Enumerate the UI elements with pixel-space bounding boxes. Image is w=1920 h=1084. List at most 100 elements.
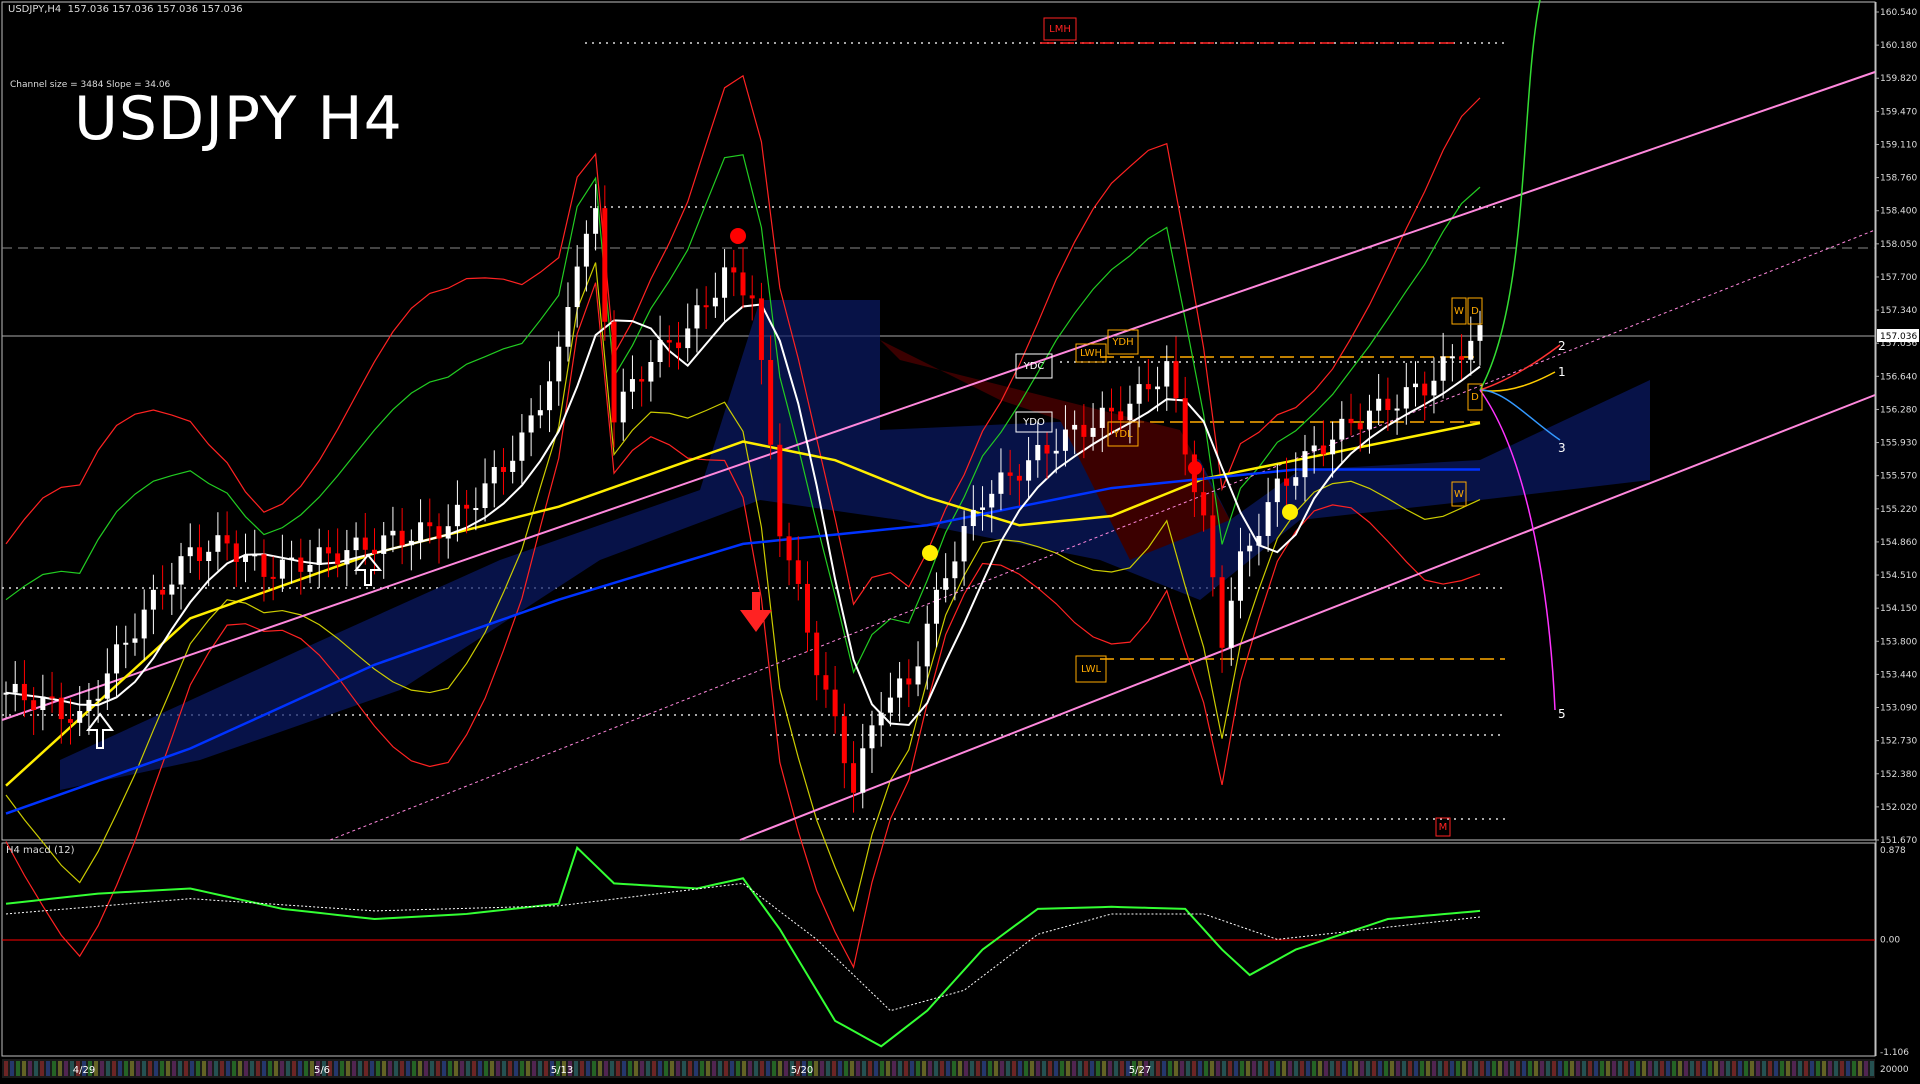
date-stripe: [904, 1061, 908, 1076]
candle-body: [1459, 356, 1465, 360]
candle-body: [381, 535, 387, 554]
date-stripe: [412, 1061, 416, 1076]
date-stripe: [640, 1061, 644, 1076]
date-stripe: [1636, 1061, 1640, 1076]
candle-body: [869, 725, 875, 749]
projection-label: 1: [1558, 365, 1566, 379]
price-tick-label: 151.670: [1880, 836, 1917, 846]
level-label: W: [1454, 306, 1464, 317]
chart-window: LMH YDC LWH YDH YDO YDL LWL M W D W D 2135 160.540 1…: [0, 0, 1920, 1080]
date-stripe: [952, 1061, 956, 1076]
candle-body: [1265, 502, 1271, 536]
candle-body: [464, 504, 470, 509]
date-stripe: [1324, 1061, 1328, 1076]
candle-body: [31, 700, 37, 711]
date-stripe: [1042, 1061, 1046, 1076]
date-stripe: [1354, 1061, 1358, 1076]
candle-body: [95, 698, 101, 701]
date-stripe: [1264, 1061, 1268, 1076]
date-stripe: [976, 1061, 980, 1076]
candle-body: [943, 578, 949, 590]
date-stripe: [1468, 1061, 1472, 1076]
price-chart[interactable]: LMHYDCLWHYDHYDOYDLLWLMW DWD 2135 160.5401…: [0, 0, 1920, 1080]
candle-body: [731, 267, 737, 273]
date-stripe: [1558, 1061, 1562, 1076]
date-stripe: [1858, 1061, 1862, 1076]
candle-body: [970, 509, 976, 527]
macd-axis: 0.878 0.00 -1.106: [1880, 846, 1909, 1058]
candle-body: [261, 554, 267, 577]
price-tick-label: 153.800: [1880, 637, 1917, 647]
date-stripe: [682, 1061, 686, 1076]
price-tick-label: 152.730: [1880, 737, 1917, 747]
date-stripe: [664, 1061, 668, 1076]
candle-body: [547, 381, 553, 411]
date-stripe: [436, 1061, 440, 1076]
level-label: LWH: [1080, 348, 1102, 359]
date-stripe: [226, 1061, 230, 1076]
date-stripe: [196, 1061, 200, 1076]
date-stripe: [1282, 1061, 1286, 1076]
candle-body: [915, 666, 921, 685]
candle-body: [1228, 600, 1234, 648]
candle-body: [114, 644, 120, 674]
date-stripe: [850, 1061, 854, 1076]
candle-body: [399, 530, 405, 546]
candle-body: [132, 638, 138, 643]
date-stripe: [154, 1061, 158, 1076]
candle-body: [565, 307, 571, 347]
date-stripe: [730, 1061, 734, 1076]
date-label: 5/6: [314, 1065, 330, 1076]
candle-body: [1302, 451, 1308, 478]
date-stripe: [1198, 1061, 1202, 1076]
candle-body: [500, 467, 506, 472]
date-stripe: [172, 1061, 176, 1076]
date-stripe: [1276, 1061, 1280, 1076]
candle-body: [887, 697, 893, 713]
date-stripe: [394, 1061, 398, 1076]
date-stripe: [1672, 1061, 1676, 1076]
macd-line: [5, 845, 1481, 1048]
price-tick-label: 158.050: [1880, 240, 1917, 250]
level-label: LWL: [1081, 664, 1102, 675]
candle-body: [206, 551, 212, 562]
date-stripe: [1378, 1061, 1382, 1076]
date-stripe: [844, 1061, 848, 1076]
date-stripe: [1582, 1061, 1586, 1076]
date-stripe: [10, 1061, 14, 1076]
date-stripe: [286, 1061, 290, 1076]
candle-body: [694, 305, 700, 329]
candle-body: [279, 559, 285, 579]
date-stripe: [1618, 1061, 1622, 1076]
date-stripe: [1402, 1061, 1406, 1076]
date-stripe: [136, 1061, 140, 1076]
projection-label: 2: [1558, 339, 1566, 353]
candle-body: [860, 748, 866, 793]
date-stripe: [820, 1061, 824, 1076]
price-tick-label: 155.570: [1880, 472, 1917, 482]
date-stripe: [184, 1061, 188, 1076]
date-stripe: [1846, 1061, 1850, 1076]
date-stripe: [1246, 1061, 1250, 1076]
date-stripe: [250, 1061, 254, 1076]
date-stripe: [1654, 1061, 1658, 1076]
date-stripe: [1546, 1061, 1550, 1076]
candle-body: [436, 526, 442, 539]
date-stripe: [280, 1061, 284, 1076]
date-stripe: [28, 1061, 32, 1076]
level-label: D: [1471, 306, 1479, 317]
date-stripe: [1360, 1061, 1364, 1076]
candle-body: [989, 493, 995, 508]
candle-body: [758, 298, 764, 360]
date-stripe: [1666, 1061, 1670, 1076]
level-label: YDL: [1112, 429, 1133, 440]
candle-body: [344, 550, 350, 565]
date-stripe: [1486, 1061, 1490, 1076]
candle-body: [123, 642, 129, 645]
date-stripe: [1036, 1061, 1040, 1076]
level-label: YDH: [1111, 337, 1133, 348]
date-stripe: [268, 1061, 272, 1076]
date-stripe: [1528, 1061, 1532, 1076]
channel-mid: [329, 229, 1876, 841]
candle-body: [1422, 383, 1428, 396]
